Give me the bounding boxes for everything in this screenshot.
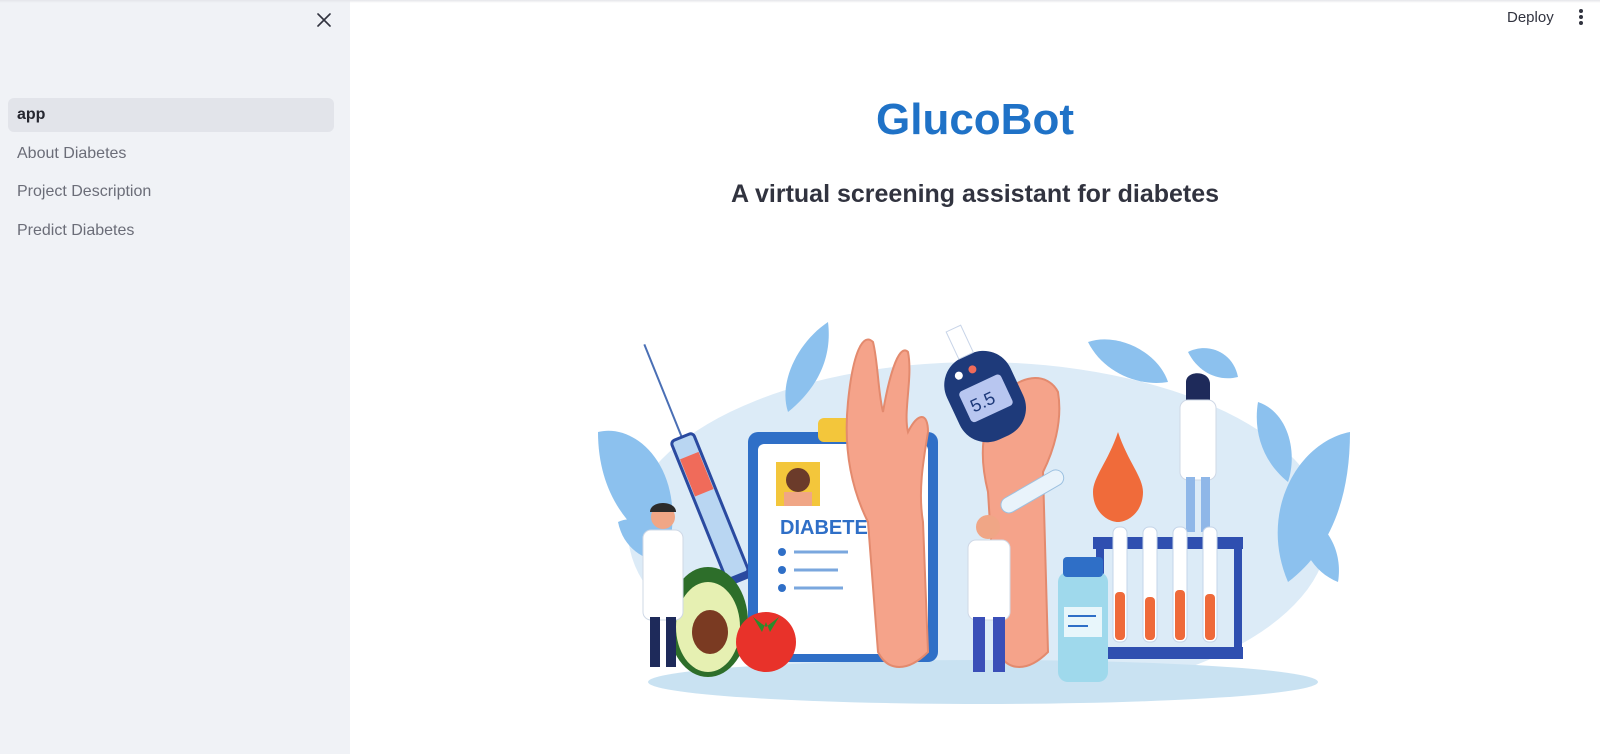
- page-title: GlucoBot: [876, 95, 1074, 144]
- sidebar: app About Diabetes Project Description P…: [0, 0, 350, 754]
- deploy-button[interactable]: Deploy: [1507, 6, 1554, 28]
- header-shadow: [0, 0, 1600, 3]
- tomato: [736, 612, 796, 672]
- medicine-bottle: [1058, 557, 1108, 682]
- sidebar-item-app[interactable]: app: [8, 98, 334, 132]
- sidebar-item-label: Project Description: [17, 183, 152, 200]
- sidebar-item-label: About Diabetes: [17, 144, 127, 162]
- main-menu-button[interactable]: [1571, 6, 1591, 28]
- clipboard-diabetes-label: DIABETES: [780, 517, 881, 539]
- sidebar-item-label: app: [17, 106, 46, 123]
- diabetes-illustration: DIABETES 5.5: [598, 322, 1350, 704]
- close-sidebar-button[interactable]: [312, 8, 336, 32]
- main-content: Deploy GlucoBot A virtual screening assi…: [350, 0, 1600, 754]
- sidebar-item-about-diabetes[interactable]: About Diabetes: [8, 137, 334, 171]
- sidebar-nav: app About Diabetes Project Description P…: [8, 98, 334, 252]
- sidebar-item-predict-diabetes[interactable]: Predict Diabetes: [8, 214, 334, 248]
- sidebar-item-project-description[interactable]: Project Description: [8, 175, 334, 209]
- sidebar-item-label: Predict Diabetes: [17, 221, 135, 239]
- page-subtitle: A virtual screening assistant for diabet…: [730, 180, 1220, 208]
- close-icon: [317, 13, 331, 27]
- kebab-menu-icon: [1579, 9, 1583, 25]
